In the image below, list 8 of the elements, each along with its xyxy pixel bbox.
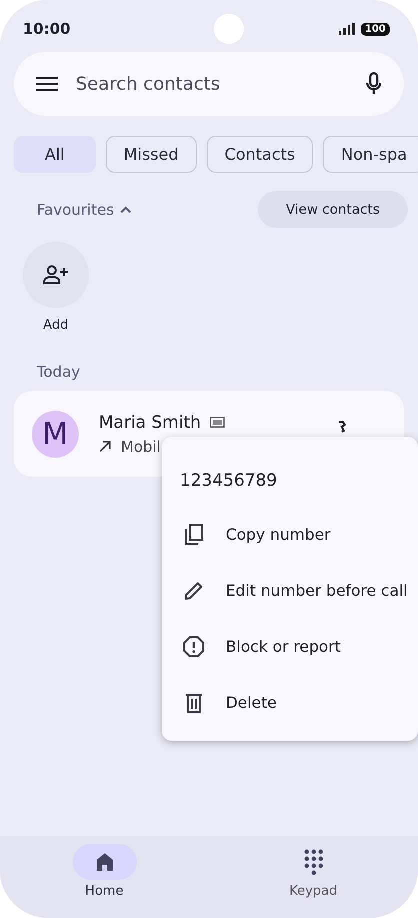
status-time: 10:00	[23, 20, 71, 38]
section-title: Today	[37, 363, 82, 381]
battery-level: 100	[361, 22, 390, 36]
contact-name: Maria Smith	[99, 412, 202, 432]
avatar: M	[32, 410, 79, 458]
call-type: Mobil	[121, 438, 161, 456]
section-title: Favourites	[37, 200, 114, 218]
add-label: Add	[43, 318, 69, 333]
